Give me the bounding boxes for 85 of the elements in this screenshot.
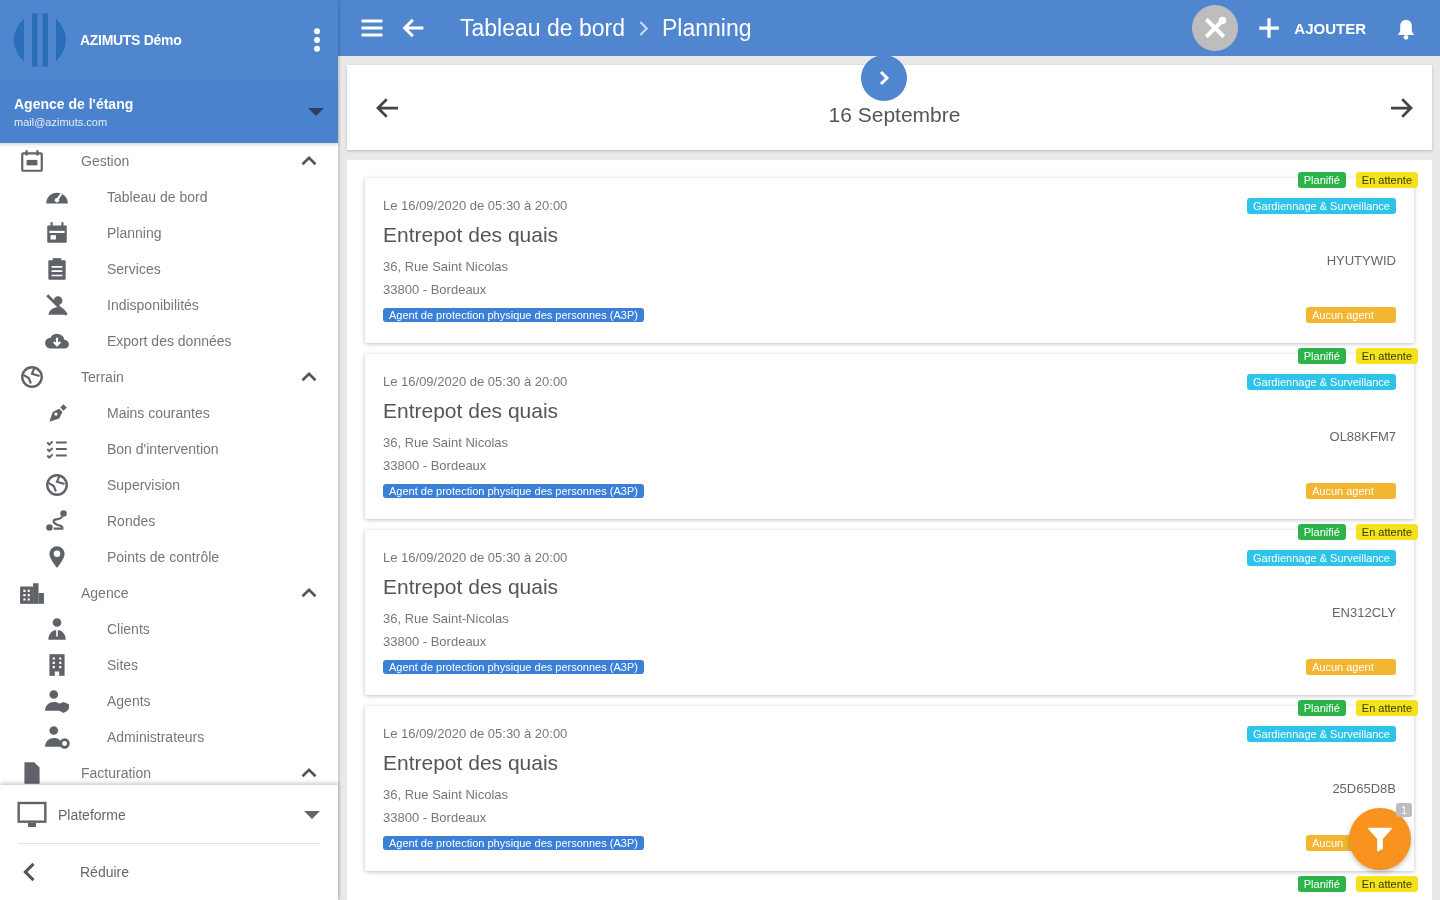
calendar-icon [44, 220, 70, 246]
mission-address: 36, Rue Saint Nicolas [383, 434, 508, 452]
menu-item[interactable]: Tableau de bord [0, 179, 338, 215]
menu-item[interactable]: Indisponibilités [0, 287, 338, 323]
status-badge: En attente [1355, 700, 1418, 716]
mission-address: 36, Rue Saint Nicolas [383, 786, 508, 804]
menu-item[interactable]: Sites [0, 647, 338, 683]
menu-item[interactable]: Planning [0, 215, 338, 251]
mission-code: 25D65D8B [1332, 781, 1396, 796]
category-badge: Gardiennage & Surveillance [1247, 374, 1396, 390]
menu-item[interactable]: Services [0, 251, 338, 287]
menu-item[interactable]: Administrateurs [0, 719, 338, 755]
menu-item[interactable]: Clients [0, 611, 338, 647]
assignment-badge: Aucun agent [1306, 659, 1396, 675]
menu-item[interactable]: Mains courantes [0, 395, 338, 431]
caret-down-icon [308, 107, 324, 116]
calendar-icon [19, 148, 45, 174]
collapse-button[interactable]: Réduire [0, 850, 338, 894]
mission-title: Entrepot des quais [383, 575, 559, 599]
mission-code: OL88KFM7 [1329, 429, 1396, 444]
status-badge: Planifié [1297, 700, 1346, 716]
status-badge: En attente [1355, 172, 1418, 188]
chevron-right-icon [638, 20, 648, 36]
menu-group[interactable]: Facturation [0, 755, 338, 785]
mission-date: Le 16/09/2020 de 05:30 à 20:00 [383, 726, 568, 741]
filter-count: 1 [1396, 803, 1413, 817]
mission-address: 36, Rue Saint-Nicolas [383, 610, 509, 628]
qualification-badge: Agent de protection physique des personnes (A3P) [383, 484, 644, 498]
agency-selector[interactable]: Agence de l'étang mail@azimuts.com [0, 80, 338, 143]
mission-title: Entrepot des quais [383, 399, 559, 423]
menu-group[interactable]: Agence [0, 575, 338, 611]
mission-city: 33800 - Bordeaux [383, 633, 487, 651]
qualification-badge: Agent de protection physique des personnes (A3P) [383, 308, 644, 322]
status-badge: En attente [1355, 348, 1418, 364]
mission-title: Entrepot des quais [383, 223, 559, 247]
current-date: 16 Septembre [827, 101, 962, 127]
more-vertical-icon [314, 28, 320, 52]
status-badge: En attente [1355, 876, 1418, 892]
buildings-icon [19, 580, 45, 606]
menu-item[interactable]: Export des données [0, 323, 338, 359]
person-gear-icon [44, 724, 70, 750]
next-day-button[interactable] [861, 55, 907, 101]
qualification-badge: Agent de protection physique des personnes (A3P) [383, 836, 644, 850]
status-badge: Planifié [1297, 172, 1346, 188]
globe-icon [19, 364, 45, 390]
breadcrumb-link[interactable]: Planning [661, 14, 752, 42]
platform-selector[interactable]: Plateforme [0, 793, 338, 837]
mission-city: 33800 - Bordeaux [383, 809, 487, 827]
mission-date: Le 16/09/2020 de 05:30 à 20:00 [383, 550, 568, 565]
status-badge: En attente [1355, 524, 1418, 540]
menu-group[interactable]: Terrain [0, 359, 338, 395]
app-name: AZIMUTS Démo [80, 32, 183, 48]
caret-down-icon [304, 811, 320, 819]
menu-item[interactable]: Bon d'intervention [0, 431, 338, 467]
agency-email: mail@azimuts.com [14, 115, 109, 128]
menu-item[interactable]: Rondes [0, 503, 338, 539]
mission-code: HYUTYWID [1326, 253, 1396, 268]
category-badge: Gardiennage & Surveillance [1247, 198, 1396, 214]
qualification-badge: Agent de protection physique des personnes (A3P) [383, 660, 644, 674]
status-badge: Planifié [1297, 524, 1346, 540]
menu-item[interactable]: Points de contrôle [0, 539, 338, 575]
mission-address: 36, Rue Saint Nicolas [383, 258, 508, 276]
add-button[interactable]: AJOUTER [1252, 15, 1378, 41]
category-badge: Gardiennage & Surveillance [1247, 726, 1396, 742]
status-badge: Planifié [1297, 348, 1346, 364]
person-off-icon [44, 292, 70, 318]
mission-code: EN312CLY [1331, 605, 1396, 620]
mission-city: 33800 - Bordeaux [383, 281, 487, 299]
globe-icon [44, 472, 70, 498]
mission-date: Le 16/09/2020 de 05:30 à 20:00 [383, 198, 568, 213]
menu-item[interactable]: Agents [0, 683, 338, 719]
category-badge: Gardiennage & Surveillance [1247, 550, 1396, 566]
agency-name: Agence de l'étang [14, 95, 135, 112]
person-shield-icon [44, 688, 70, 714]
menu-item[interactable]: Supervision [0, 467, 338, 503]
mission-title: Entrepot des quais [383, 751, 559, 775]
assignment-badge: Aucun agent [1306, 483, 1396, 499]
route-icon [44, 508, 70, 534]
tools-button[interactable] [1192, 5, 1239, 51]
menu-group[interactable]: Gestion [0, 143, 338, 179]
status-badge: Planifié [1297, 876, 1346, 892]
assignment-badge: Aucun agent [1306, 307, 1396, 323]
mission-city: 33800 - Bordeaux [383, 457, 487, 475]
breadcrumb-link[interactable]: Tableau de bord [460, 14, 625, 42]
mission-date: Le 16/09/2020 de 05:30 à 20:00 [383, 374, 568, 389]
